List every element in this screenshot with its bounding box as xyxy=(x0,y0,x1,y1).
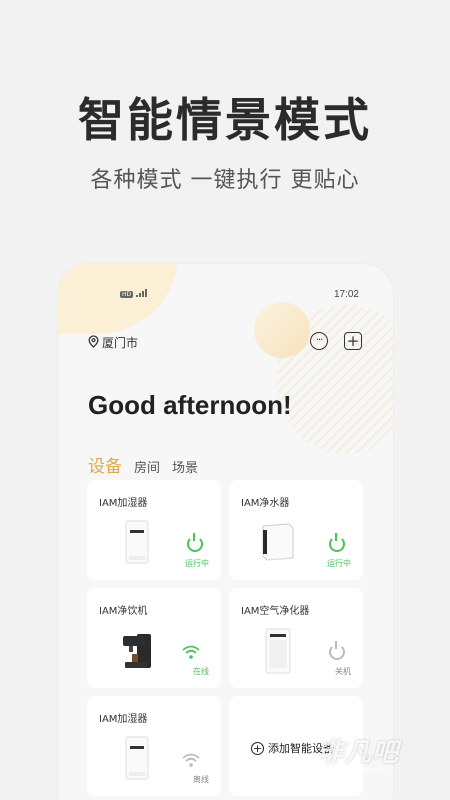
decorative-circle xyxy=(254,302,310,358)
signal-icon xyxy=(136,289,148,299)
device-status: 离线 xyxy=(193,775,209,784)
device-card-water-purifier[interactable]: IAM净水器 运行中 xyxy=(229,480,363,580)
wifi-offline-icon xyxy=(181,752,201,768)
location-label: 厦门市 xyxy=(102,336,139,350)
location-pin-icon xyxy=(88,334,99,351)
hd-badge: HD xyxy=(120,290,134,298)
humidifier-image xyxy=(125,520,149,568)
tab-rooms[interactable]: 房间 xyxy=(134,457,160,476)
category-tabs: 设备 房间 场景 xyxy=(88,452,198,477)
power-icon[interactable] xyxy=(187,533,203,552)
power-icon[interactable] xyxy=(329,641,345,660)
device-status: 关机 xyxy=(335,667,351,676)
power-icon[interactable] xyxy=(329,533,345,552)
drinking-machine-image xyxy=(119,632,155,676)
wifi-icon xyxy=(181,644,201,660)
device-status: 在线 xyxy=(193,667,209,676)
device-status: 运行中 xyxy=(185,559,209,568)
status-bar: HD 17:02 xyxy=(58,288,393,302)
phone-screen: HD 17:02 厦门市 ··· + Good afternoon! 设备 房间… xyxy=(58,264,393,800)
device-name: IAM加湿器 xyxy=(99,714,148,725)
location-selector[interactable]: 厦门市 xyxy=(88,334,138,351)
device-card-humidifier[interactable]: IAM加湿器 运行中 xyxy=(87,480,221,580)
status-time: 17:02 xyxy=(333,289,359,300)
hero-title: 智能情景模式 xyxy=(78,93,372,147)
device-card-humidifier-2[interactable]: IAM加湿器 离线 xyxy=(87,696,221,796)
device-name: IAM空气净化器 xyxy=(241,606,310,617)
humidifier-image xyxy=(125,736,149,784)
plus-circle-icon: + xyxy=(251,741,264,755)
chat-bubble-icon[interactable]: ··· xyxy=(310,332,328,350)
device-name: IAM加湿器 xyxy=(99,498,148,509)
watermark-logo: 非凡吧 xyxy=(318,738,400,768)
tab-devices[interactable]: 设备 xyxy=(88,452,122,477)
greeting-text: Good afternoon! xyxy=(88,390,292,420)
water-purifier-image xyxy=(259,522,297,566)
device-name: IAM净水器 xyxy=(241,498,290,509)
device-name: IAM净饮机 xyxy=(99,606,148,617)
device-card-drinking-machine[interactable]: IAM净饮机 在线 xyxy=(87,588,221,688)
air-purifier-image xyxy=(265,628,291,678)
plus-square-icon[interactable]: + xyxy=(344,332,362,350)
status-icons: HD xyxy=(120,289,148,299)
watermark-url: www.feifan8.com xyxy=(326,766,387,774)
tab-scenes[interactable]: 场景 xyxy=(172,457,198,476)
device-status: 运行中 xyxy=(327,559,351,568)
hero-subtitle: 各种模式 一键执行 更贴心 xyxy=(90,168,360,193)
device-card-air-purifier[interactable]: IAM空气净化器 关机 xyxy=(229,588,363,688)
